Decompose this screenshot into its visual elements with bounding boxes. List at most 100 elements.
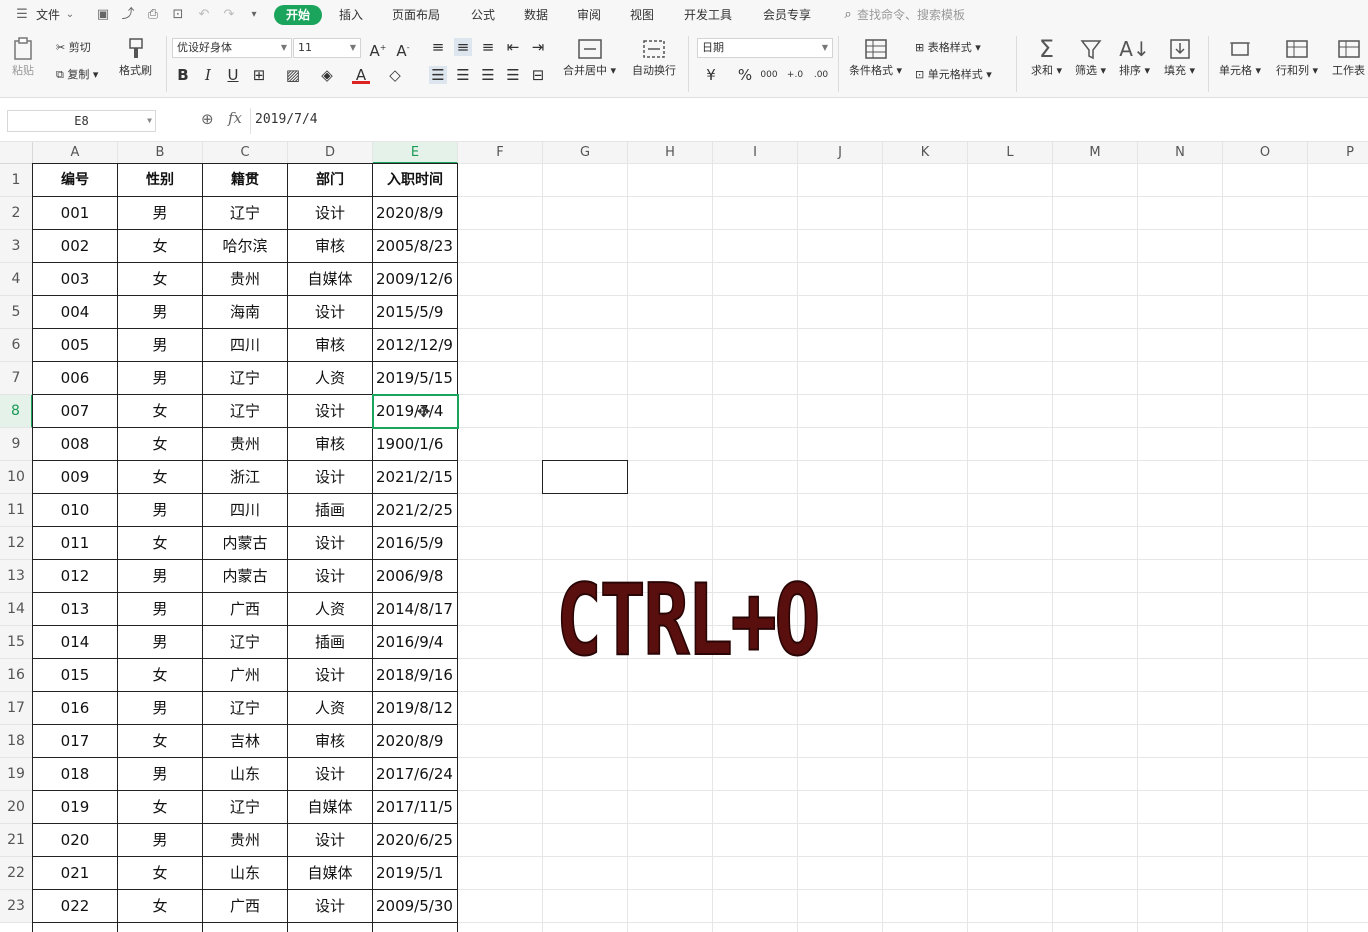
cell-a16[interactable]: 015 bbox=[33, 659, 117, 692]
cell-b7[interactable]: 男 bbox=[118, 362, 202, 395]
cell-a7[interactable]: 006 bbox=[33, 362, 117, 395]
column-header-l[interactable]: L bbox=[968, 142, 1053, 164]
print-icon[interactable]: ⎙ bbox=[145, 7, 161, 23]
tab-developer[interactable]: 开发工具 bbox=[680, 5, 736, 25]
cell-e8[interactable]: 2019/7/4 bbox=[373, 395, 457, 428]
cut-button[interactable]: ✂ 剪切 bbox=[56, 39, 91, 55]
font-name-dropdown[interactable]: 优设好身体 ▼ bbox=[172, 38, 292, 58]
row-header-4[interactable]: 4 bbox=[0, 263, 33, 296]
cell-b2[interactable]: 男 bbox=[118, 197, 202, 230]
cell-c9[interactable]: 贵州 bbox=[203, 428, 287, 461]
cell-b22[interactable]: 女 bbox=[118, 857, 202, 890]
cell-e16[interactable]: 2018/9/16 bbox=[373, 659, 457, 692]
cell-d4[interactable]: 自媒体 bbox=[288, 263, 372, 296]
column-header-n[interactable]: N bbox=[1138, 142, 1223, 164]
column-header-o[interactable]: O bbox=[1223, 142, 1308, 164]
increase-decimal-icon[interactable]: +.0 bbox=[786, 66, 804, 84]
column-header-h[interactable]: H bbox=[628, 142, 713, 164]
row-header-6[interactable]: 6 bbox=[0, 329, 33, 362]
thousands-icon[interactable]: 000 bbox=[760, 66, 778, 84]
cell-c10[interactable]: 浙江 bbox=[203, 461, 287, 494]
row-header-3[interactable]: 3 bbox=[0, 230, 33, 263]
cell-e12[interactable]: 2016/5/9 bbox=[373, 527, 457, 560]
font-size-dropdown[interactable]: 11 ▼ bbox=[293, 38, 361, 58]
column-header-i[interactable]: I bbox=[713, 142, 798, 164]
cell-c6[interactable]: 四川 bbox=[203, 329, 287, 362]
row-header-15[interactable]: 15 bbox=[0, 626, 33, 659]
cell-a20[interactable]: 019 bbox=[33, 791, 117, 824]
cell-b20[interactable]: 女 bbox=[118, 791, 202, 824]
filter-button[interactable]: 筛选 ▾ bbox=[1075, 36, 1106, 78]
cell-e18[interactable]: 2020/8/9 bbox=[373, 725, 457, 758]
cell-a18[interactable]: 017 bbox=[33, 725, 117, 758]
cell-e15[interactable]: 2016/9/4 bbox=[373, 626, 457, 659]
cell-c17[interactable]: 辽宁 bbox=[203, 692, 287, 725]
cell-b23[interactable]: 女 bbox=[118, 890, 202, 923]
export-icon[interactable]: ⤴ bbox=[120, 7, 136, 23]
italic-icon[interactable]: I bbox=[199, 66, 217, 84]
row-header-17[interactable]: 17 bbox=[0, 692, 33, 725]
cell-a9[interactable]: 008 bbox=[33, 428, 117, 461]
row-header-10[interactable]: 10 bbox=[0, 461, 33, 494]
cell-c22[interactable]: 山东 bbox=[203, 857, 287, 890]
cell-c21[interactable]: 贵州 bbox=[203, 824, 287, 857]
column-header-e[interactable]: E bbox=[373, 142, 458, 164]
cell-a11[interactable]: 010 bbox=[33, 494, 117, 527]
cell-d10[interactable]: 设计 bbox=[288, 461, 372, 494]
cell-d5[interactable]: 设计 bbox=[288, 296, 372, 329]
currency-icon[interactable]: ¥ bbox=[702, 66, 720, 84]
tab-data[interactable]: 数据 bbox=[520, 5, 552, 25]
increase-indent-icon[interactable]: ⇥ bbox=[529, 38, 547, 56]
cell-e10[interactable]: 2021/2/15 bbox=[373, 461, 457, 494]
cell-b3[interactable]: 女 bbox=[118, 230, 202, 263]
cell-b4[interactable]: 女 bbox=[118, 263, 202, 296]
cell-b15[interactable]: 男 bbox=[118, 626, 202, 659]
cell-b18[interactable]: 女 bbox=[118, 725, 202, 758]
cell-e3[interactable]: 2005/8/23 bbox=[373, 230, 457, 263]
cell-a13[interactable]: 012 bbox=[33, 560, 117, 593]
percent-icon[interactable]: % bbox=[736, 66, 754, 84]
cell-e7[interactable]: 2019/5/15 bbox=[373, 362, 457, 395]
cell-c5[interactable]: 海南 bbox=[203, 296, 287, 329]
cell-a2[interactable]: 001 bbox=[33, 197, 117, 230]
row-header-8[interactable]: 8 bbox=[0, 395, 33, 428]
table-style-button[interactable]: ⊞ 表格样式 ▾ bbox=[915, 39, 981, 55]
number-format-dropdown[interactable]: 日期 ▼ bbox=[697, 38, 833, 58]
cell-e13[interactable]: 2006/9/8 bbox=[373, 560, 457, 593]
cell-a14[interactable]: 013 bbox=[33, 593, 117, 626]
cell-d17[interactable]: 人资 bbox=[288, 692, 372, 725]
font-color-icon[interactable]: A bbox=[352, 66, 370, 84]
cell-c3[interactable]: 哈尔滨 bbox=[203, 230, 287, 263]
cell-b13[interactable]: 男 bbox=[118, 560, 202, 593]
formula-input[interactable]: 2019/7/4 bbox=[255, 110, 318, 130]
cell-c1[interactable]: 籍贯 bbox=[203, 164, 287, 197]
row-header-5[interactable]: 5 bbox=[0, 296, 33, 329]
cell-d16[interactable]: 设计 bbox=[288, 659, 372, 692]
cell-e11[interactable]: 2021/2/25 bbox=[373, 494, 457, 527]
cell-style-button[interactable]: ⊡ 单元格样式 ▾ bbox=[915, 66, 992, 82]
decrease-font-icon[interactable]: A- bbox=[394, 39, 412, 60]
align-middle-icon[interactable]: ≡ bbox=[454, 38, 472, 56]
fill-button[interactable]: 填充 ▾ bbox=[1164, 36, 1195, 78]
cell-e1[interactable]: 入职时间 bbox=[373, 164, 457, 197]
row-header-7[interactable]: 7 bbox=[0, 362, 33, 395]
command-search[interactable]: 查找命令、搜索模板 bbox=[853, 5, 969, 25]
cell-d20[interactable]: 自媒体 bbox=[288, 791, 372, 824]
customize-icon[interactable]: ▾ bbox=[246, 7, 262, 23]
cell-d2[interactable]: 设计 bbox=[288, 197, 372, 230]
decrease-decimal-icon[interactable]: .00 bbox=[812, 66, 830, 84]
cell-c23[interactable]: 广西 bbox=[203, 890, 287, 923]
column-header-k[interactable]: K bbox=[883, 142, 968, 164]
row-header-13[interactable]: 13 bbox=[0, 560, 33, 593]
row-header-22[interactable]: 22 bbox=[0, 857, 33, 890]
column-header-j[interactable]: J bbox=[798, 142, 883, 164]
row-header-12[interactable]: 12 bbox=[0, 527, 33, 560]
fill-color-icon[interactable]: ◈ bbox=[318, 66, 336, 84]
cell-b9[interactable]: 女 bbox=[118, 428, 202, 461]
increase-font-icon[interactable]: A+ bbox=[369, 39, 387, 60]
cell-e17[interactable]: 2019/8/12 bbox=[373, 692, 457, 725]
cell-a21[interactable]: 020 bbox=[33, 824, 117, 857]
column-header-f[interactable]: F bbox=[458, 142, 543, 164]
decrease-indent-icon[interactable]: ⇤ bbox=[504, 38, 522, 56]
cell-c19[interactable]: 山东 bbox=[203, 758, 287, 791]
